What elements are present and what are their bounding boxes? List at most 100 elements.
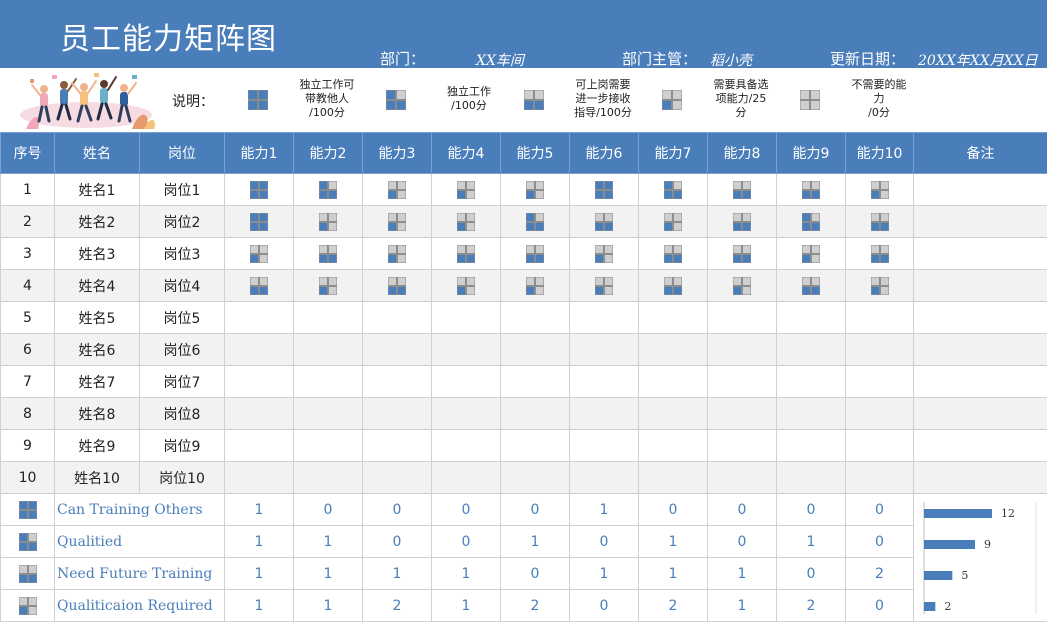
ability-cell[interactable] xyxy=(225,302,294,334)
ability-cell[interactable] xyxy=(501,238,570,270)
ability-cell[interactable] xyxy=(846,430,914,462)
ability-cell[interactable] xyxy=(846,174,914,206)
ability-cell[interactable] xyxy=(363,462,432,494)
ability-cell[interactable] xyxy=(363,206,432,238)
remark-cell[interactable] xyxy=(914,366,1047,398)
ability-cell[interactable] xyxy=(570,398,639,430)
ability-cell[interactable] xyxy=(639,270,708,302)
ability-cell[interactable] xyxy=(432,174,501,206)
ability-cell[interactable] xyxy=(363,430,432,462)
ability-cell[interactable] xyxy=(225,366,294,398)
ability-cell[interactable] xyxy=(225,462,294,494)
ability-cell[interactable] xyxy=(501,462,570,494)
ability-cell[interactable] xyxy=(363,302,432,334)
ability-cell[interactable] xyxy=(777,462,846,494)
ability-cell[interactable] xyxy=(570,206,639,238)
ability-cell[interactable] xyxy=(639,366,708,398)
ability-cell[interactable] xyxy=(846,398,914,430)
ability-cell[interactable] xyxy=(294,270,363,302)
ability-cell[interactable] xyxy=(501,206,570,238)
ability-cell[interactable] xyxy=(432,238,501,270)
ability-cell[interactable] xyxy=(294,174,363,206)
ability-cell[interactable] xyxy=(294,462,363,494)
ability-cell[interactable] xyxy=(225,206,294,238)
ability-cell[interactable] xyxy=(708,398,777,430)
ability-cell[interactable] xyxy=(225,174,294,206)
ability-cell[interactable] xyxy=(432,334,501,366)
ability-cell[interactable] xyxy=(570,430,639,462)
ability-cell[interactable] xyxy=(501,398,570,430)
ability-cell[interactable] xyxy=(570,334,639,366)
ability-cell[interactable] xyxy=(777,398,846,430)
ability-cell[interactable] xyxy=(708,238,777,270)
ability-cell[interactable] xyxy=(639,302,708,334)
ability-cell[interactable] xyxy=(225,430,294,462)
ability-cell[interactable] xyxy=(777,174,846,206)
ability-cell[interactable] xyxy=(501,334,570,366)
ability-cell[interactable] xyxy=(570,366,639,398)
ability-cell[interactable] xyxy=(432,366,501,398)
ability-cell[interactable] xyxy=(846,238,914,270)
ability-cell[interactable] xyxy=(432,270,501,302)
ability-cell[interactable] xyxy=(501,430,570,462)
ability-cell[interactable] xyxy=(363,270,432,302)
ability-cell[interactable] xyxy=(501,366,570,398)
ability-cell[interactable] xyxy=(777,206,846,238)
ability-cell[interactable] xyxy=(639,334,708,366)
ability-cell[interactable] xyxy=(846,270,914,302)
ability-cell[interactable] xyxy=(708,206,777,238)
ability-cell[interactable] xyxy=(294,238,363,270)
ability-cell[interactable] xyxy=(570,270,639,302)
ability-cell[interactable] xyxy=(777,366,846,398)
ability-cell[interactable] xyxy=(708,462,777,494)
ability-cell[interactable] xyxy=(432,206,501,238)
ability-cell[interactable] xyxy=(225,398,294,430)
ability-cell[interactable] xyxy=(570,302,639,334)
ability-cell[interactable] xyxy=(363,238,432,270)
ability-cell[interactable] xyxy=(639,206,708,238)
ability-cell[interactable] xyxy=(363,398,432,430)
remark-cell[interactable] xyxy=(914,462,1047,494)
ability-cell[interactable] xyxy=(294,430,363,462)
ability-cell[interactable] xyxy=(501,302,570,334)
ability-cell[interactable] xyxy=(294,398,363,430)
ability-cell[interactable] xyxy=(294,334,363,366)
remark-cell[interactable] xyxy=(914,206,1047,238)
ability-cell[interactable] xyxy=(432,302,501,334)
ability-cell[interactable] xyxy=(777,270,846,302)
ability-cell[interactable] xyxy=(777,430,846,462)
ability-cell[interactable] xyxy=(501,270,570,302)
remark-cell[interactable] xyxy=(914,430,1047,462)
ability-cell[interactable] xyxy=(708,430,777,462)
ability-cell[interactable] xyxy=(639,398,708,430)
ability-cell[interactable] xyxy=(777,238,846,270)
ability-cell[interactable] xyxy=(846,302,914,334)
ability-cell[interactable] xyxy=(432,462,501,494)
ability-cell[interactable] xyxy=(432,398,501,430)
ability-cell[interactable] xyxy=(846,462,914,494)
ability-cell[interactable] xyxy=(846,206,914,238)
ability-cell[interactable] xyxy=(708,174,777,206)
ability-cell[interactable] xyxy=(363,174,432,206)
ability-cell[interactable] xyxy=(708,366,777,398)
ability-cell[interactable] xyxy=(846,366,914,398)
remark-cell[interactable] xyxy=(914,270,1047,302)
ability-cell[interactable] xyxy=(294,366,363,398)
ability-cell[interactable] xyxy=(639,174,708,206)
ability-cell[interactable] xyxy=(708,334,777,366)
remark-cell[interactable] xyxy=(914,398,1047,430)
ability-cell[interactable] xyxy=(639,238,708,270)
ability-cell[interactable] xyxy=(363,334,432,366)
ability-cell[interactable] xyxy=(639,430,708,462)
ability-cell[interactable] xyxy=(639,462,708,494)
ability-cell[interactable] xyxy=(846,334,914,366)
ability-cell[interactable] xyxy=(570,462,639,494)
ability-cell[interactable] xyxy=(294,302,363,334)
ability-cell[interactable] xyxy=(570,238,639,270)
ability-cell[interactable] xyxy=(777,334,846,366)
ability-cell[interactable] xyxy=(363,366,432,398)
remark-cell[interactable] xyxy=(914,174,1047,206)
ability-cell[interactable] xyxy=(225,334,294,366)
ability-cell[interactable] xyxy=(708,270,777,302)
ability-cell[interactable] xyxy=(294,206,363,238)
